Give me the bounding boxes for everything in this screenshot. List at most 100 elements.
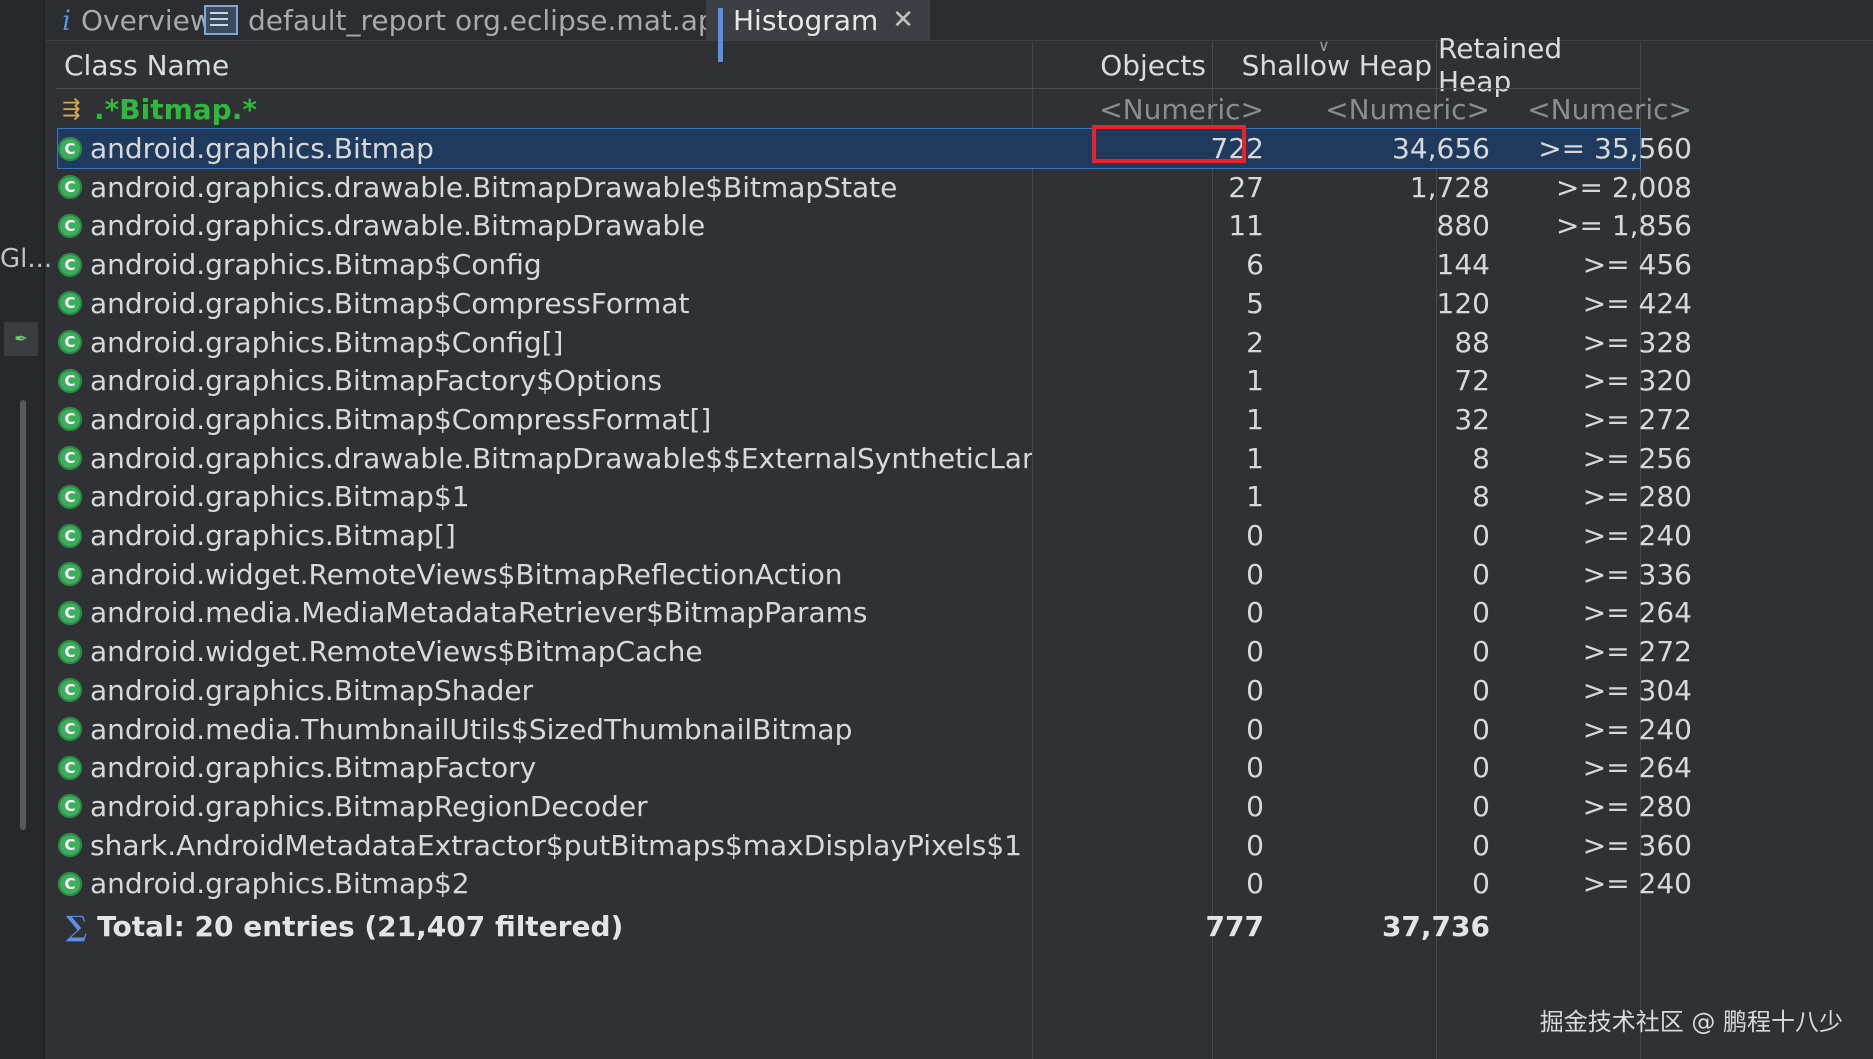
side-scrollbar[interactable]	[20, 400, 26, 830]
retained-heap-cell: >= 272	[1582, 402, 1692, 436]
class-name-cell: android.graphics.Bitmap$1	[90, 480, 470, 514]
shallow-heap-cell: 1,728	[1409, 170, 1490, 204]
close-icon[interactable]: ✕	[892, 5, 914, 35]
sum-icon: ∑	[66, 910, 88, 943]
class-icon: C	[58, 213, 82, 238]
objects-cell: 27	[1228, 170, 1264, 204]
objects-cell: 0	[1246, 789, 1264, 823]
class-icon: C	[58, 330, 82, 354]
class-name-cell: android.graphics.Bitmap	[90, 132, 434, 165]
table-row[interactable]: Candroid.graphics.BitmapFactory 0 0 >= 264	[58, 748, 1692, 787]
table-row[interactable]: Candroid.graphics.drawable.BitmapDrawabl…	[58, 439, 1692, 478]
objects-cell: 1	[1246, 402, 1264, 436]
table-row[interactable]: Candroid.graphics.BitmapShader 0 0 >= 304	[58, 671, 1692, 710]
column-header-objects[interactable]: Objects	[1034, 42, 1206, 88]
shallow-heap-cell: 0	[1472, 828, 1490, 862]
table-row[interactable]: Candroid.graphics.Bitmap[] 0 0 >= 240	[58, 516, 1692, 555]
retained-heap-cell: >= 35,560	[1538, 132, 1692, 165]
table-row[interactable]: Candroid.graphics.Bitmap$2 0 0 >= 240	[58, 864, 1692, 903]
class-icon: C	[58, 175, 82, 200]
objects-cell: 0	[1246, 712, 1264, 746]
tab-histogram[interactable]: Histogram ✕	[706, 0, 931, 62]
class-name-cell: android.graphics.Bitmap$Config[]	[90, 325, 564, 359]
class-name-cell: android.graphics.Bitmap$CompressFormat[]	[90, 402, 712, 436]
objects-cell: 6	[1246, 248, 1264, 282]
class-name-cell: android.graphics.drawable.BitmapDrawable	[90, 209, 706, 243]
retained-heap-cell: >= 264	[1582, 596, 1692, 630]
table-row[interactable]: Candroid.graphics.Bitmap$Config 6 144 >= 45…	[58, 245, 1692, 284]
objects-cell: 0	[1246, 635, 1264, 669]
shallow-heap-cell: 88	[1454, 325, 1490, 359]
table-row[interactable]: Candroid.graphics.Bitmap 722 34,656 >= 35,5…	[57, 128, 1692, 169]
objects-cell: 0	[1246, 867, 1264, 901]
objects-cell: 2	[1246, 325, 1264, 359]
shallow-heap-cell: 32	[1454, 402, 1490, 436]
class-name-cell: android.media.ThumbnailUtils$SizedThumbn…	[90, 712, 853, 746]
class-icon: C	[58, 291, 82, 316]
shallow-heap-cell: 0	[1472, 789, 1490, 823]
class-icon: C	[58, 678, 82, 703]
total-shallow-heap: 37,736	[1381, 910, 1490, 943]
total-label: Total: 20 entries (21,407 filtered)	[97, 910, 624, 943]
retained-heap-cell: >= 272	[1582, 635, 1692, 669]
side-panel-label: Gl...	[0, 244, 53, 274]
objects-cell: 0	[1246, 673, 1264, 707]
class-icon: C	[58, 446, 82, 471]
class-icon: C	[58, 136, 82, 161]
shallow-heap-cell: 120	[1436, 286, 1490, 320]
retained-heap-cell: >= 336	[1582, 557, 1692, 591]
filter-row[interactable]: ⇶ .*Bitmap.* <Numeric> <Numeric> <Numeri…	[58, 90, 1692, 129]
retained-heap-cell: >= 360	[1582, 828, 1692, 862]
table-row[interactable]: Candroid.widget.RemoteViews$BitmapReflec…	[58, 555, 1692, 594]
objects-cell: 1	[1246, 364, 1264, 398]
table-row[interactable]: Candroid.graphics.Bitmap$CompressFormat 5…	[58, 284, 1692, 323]
retained-heap-cell: >= 328	[1582, 325, 1692, 359]
table-row[interactable]: Cshark.AndroidMetadataExtractor$putBitma…	[58, 826, 1692, 865]
retained-heap-cell: >= 280	[1582, 789, 1692, 823]
shallow-heap-cell: 0	[1472, 557, 1490, 591]
class-icon: C	[58, 871, 82, 896]
filter-icon: ⇶	[62, 96, 81, 122]
column-header-retained-heap[interactable]: Retained Heap	[1438, 32, 1634, 98]
table-row[interactable]: Candroid.graphics.Bitmap$Config[] 2 88 >= 3…	[58, 323, 1692, 362]
objects-cell: 0	[1246, 519, 1264, 552]
shallow-heap-filter[interactable]: <Numeric>	[1276, 93, 1490, 126]
class-icon: C	[58, 755, 82, 780]
retained-heap-cell: >= 240	[1582, 712, 1692, 746]
class-name-cell: android.graphics.Bitmap$Config	[90, 248, 542, 282]
objects-cell: 0	[1246, 751, 1264, 785]
shallow-heap-cell: 8	[1472, 480, 1490, 514]
class-icon: C	[58, 600, 82, 625]
class-name-filter[interactable]: .*Bitmap.*	[94, 93, 257, 126]
table-row[interactable]: Candroid.graphics.BitmapRegionDecoder 0 0 >…	[58, 787, 1692, 826]
shallow-heap-cell: 0	[1472, 712, 1490, 746]
table-row[interactable]: Candroid.graphics.drawable.BitmapDrawabl…	[58, 168, 1692, 207]
table-row[interactable]: Candroid.graphics.BitmapFactory$Options 1…	[58, 361, 1692, 400]
retained-heap-cell: >= 424	[1582, 286, 1692, 320]
table-row[interactable]: Candroid.widget.RemoteViews$BitmapCache 0…	[58, 632, 1692, 671]
tab-overview-label: Overview	[80, 3, 213, 37]
class-icon: C	[58, 794, 82, 819]
retained-heap-cell: >= 256	[1582, 441, 1692, 475]
table-row[interactable]: Candroid.media.ThumbnailUtils$SizedThumb…	[58, 710, 1692, 749]
retained-heap-filter[interactable]: <Numeric>	[1498, 93, 1692, 126]
table-row[interactable]: Candroid.graphics.Bitmap$1 1 8 >= 280	[58, 477, 1692, 516]
retained-heap-cell: >= 280	[1582, 480, 1692, 514]
objects-cell: 0	[1246, 596, 1264, 630]
header-divider	[56, 88, 1640, 89]
column-header-class-name[interactable]: Class Name	[64, 42, 229, 88]
table-row[interactable]: Candroid.graphics.drawable.BitmapDrawabl…	[58, 206, 1692, 245]
tab-overview[interactable]: i Overview	[62, 0, 213, 40]
shallow-heap-cell: 0	[1472, 673, 1490, 707]
column-header-shallow-heap[interactable]: Shallow Heap	[1214, 42, 1432, 88]
table-row[interactable]: Candroid.graphics.Bitmap$CompressFormat[…	[58, 400, 1692, 439]
total-objects: 777	[1205, 910, 1264, 943]
class-name-cell: android.graphics.Bitmap$CompressFormat	[90, 286, 690, 320]
pin-icon[interactable]: ✒	[4, 322, 38, 356]
retained-heap-cell: >= 1,856	[1556, 209, 1692, 243]
table-row[interactable]: Candroid.media.MediaMetadataRetriever$Bi…	[58, 593, 1692, 632]
shallow-heap-cell: 0	[1472, 519, 1490, 552]
objects-filter[interactable]: <Numeric>	[1034, 93, 1264, 126]
retained-heap-cell: >= 240	[1582, 867, 1692, 901]
total-row[interactable]: ∑ Total: 20 entries (21,407 filtered) 77…	[58, 907, 1640, 946]
